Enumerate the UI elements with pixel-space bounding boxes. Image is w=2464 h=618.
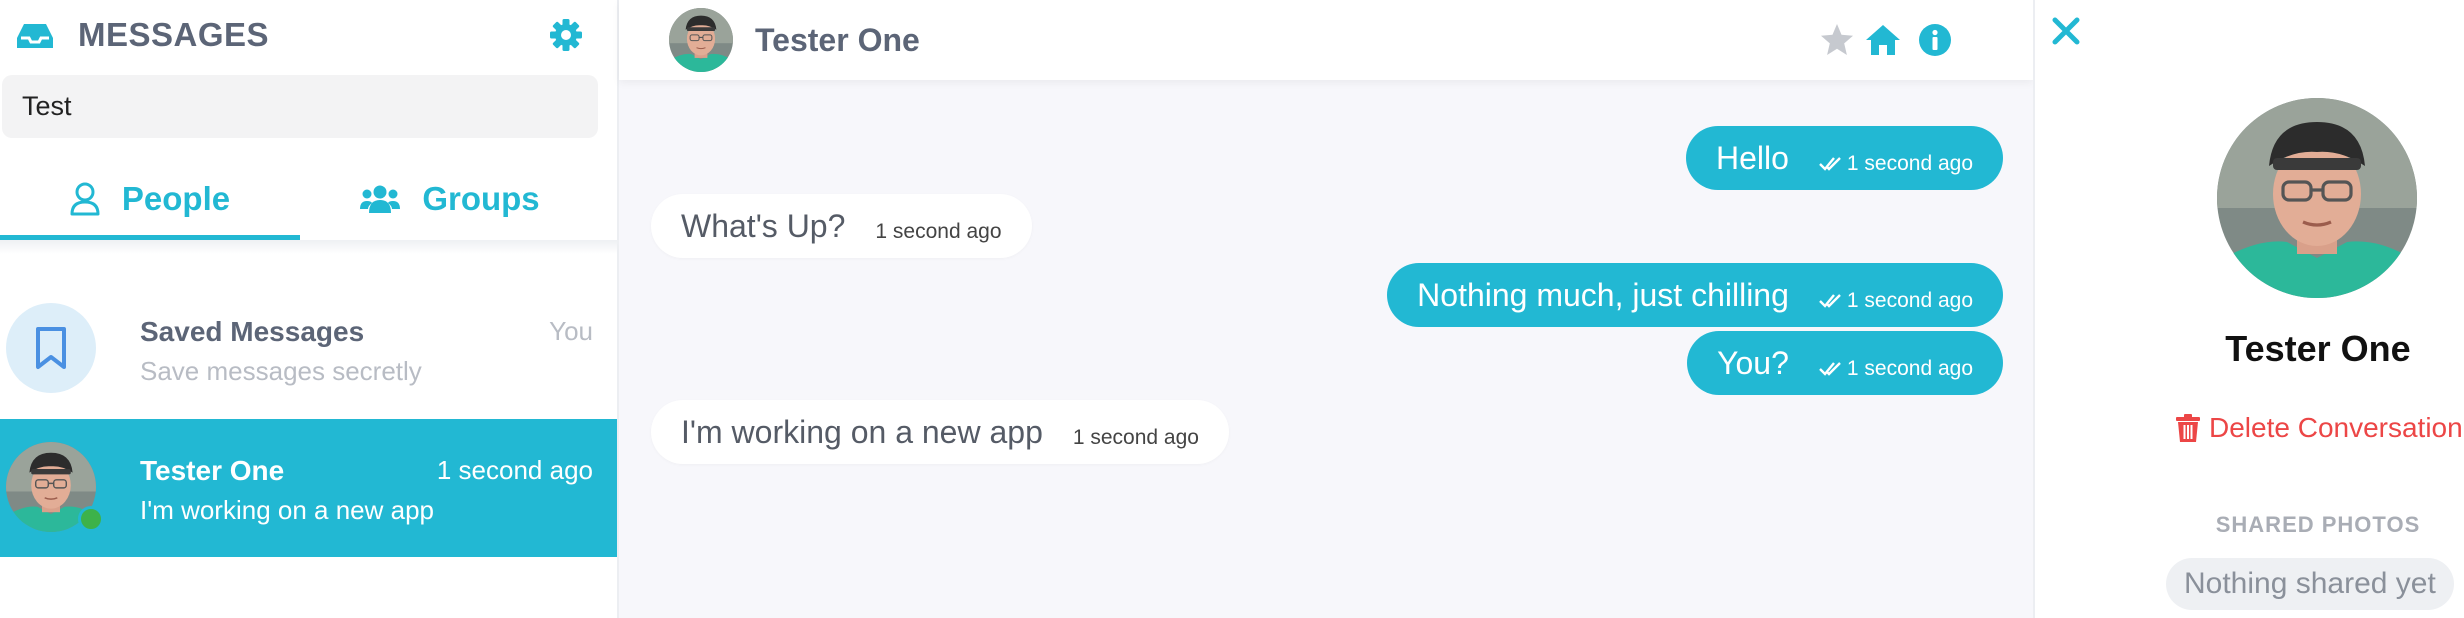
message-outgoing: Nothing much, just chilling 1 second ago	[1387, 263, 2003, 327]
message-time-text: 1 second ago	[1846, 152, 1973, 175]
delete-conversation-button[interactable]: Delete Conversation	[2175, 412, 2463, 444]
close-icon[interactable]	[2049, 14, 2083, 48]
message-outgoing: Hello 1 second ago	[1685, 126, 2003, 190]
message-text: What's Up?	[681, 207, 846, 244]
conversations-panel: MESSAGES Test People Groups Saved Messag…	[0, 0, 619, 618]
double-check-icon	[1819, 294, 1841, 308]
gear-icon[interactable]	[548, 17, 584, 53]
tab-groups[interactable]: Groups	[300, 158, 600, 240]
conversation-preview: I'm working on a new app	[140, 495, 435, 525]
user-icon	[70, 182, 100, 216]
tab-groups-label: Groups	[422, 180, 540, 217]
search-input[interactable]	[2, 75, 598, 138]
message-text: Hello	[1715, 139, 1789, 176]
bookmark-icon	[36, 327, 66, 369]
avatar[interactable]	[669, 8, 733, 72]
star-icon[interactable]	[1819, 22, 1855, 58]
tab-people[interactable]: People	[0, 158, 300, 240]
message-text: Nothing much, just chilling	[1417, 276, 1789, 313]
conversation-preview: Save messages secretly	[140, 356, 422, 386]
users-icon	[360, 185, 401, 213]
message-time-text: 1 second ago	[1846, 357, 1973, 380]
tabs-divider	[0, 240, 619, 254]
chat-contact-name[interactable]: Tester One	[755, 22, 920, 59]
message-time-text: 1 second ago	[1846, 289, 1973, 312]
message-time: 1 second ago	[1819, 152, 1973, 176]
profile-name: Tester One	[2225, 328, 2411, 369]
double-check-icon	[1819, 157, 1841, 171]
conversation-name: Tester One	[140, 455, 285, 486]
conversation-item-saved-messages[interactable]: Saved Messages Save messages secretly Yo…	[0, 280, 617, 418]
message-incoming: What's Up? 1 second ago	[651, 194, 1032, 258]
conversation-time: 1 second ago	[436, 455, 593, 485]
message-time: 1 second ago	[875, 220, 1002, 243]
shared-photos-empty-badge: Nothing shared yet	[2166, 558, 2454, 610]
conversation-name: Saved Messages	[140, 316, 365, 347]
shared-photos-heading: SHARED PHOTOS	[2215, 512, 2421, 537]
message-time: 1 second ago	[1819, 289, 1973, 313]
message-outgoing: You? 1 second ago	[1687, 331, 2003, 395]
inbox-icon	[17, 24, 53, 48]
chat-panel: Tester One Hello 1 second ago What's Up?…	[619, 0, 2033, 618]
double-check-icon	[1819, 362, 1841, 376]
sidebar-header: MESSAGES	[0, 0, 619, 72]
info-icon[interactable]	[1917, 22, 1953, 58]
tab-people-label: People	[121, 180, 231, 217]
contact-details-panel: Tester One Delete Conversation SHARED PH…	[2033, 0, 2464, 618]
message-time: 1 second ago	[1819, 357, 1973, 381]
trash-icon	[2176, 414, 2200, 442]
saved-messages-avatar	[6, 303, 96, 393]
message-time: 1 second ago	[1072, 426, 1199, 449]
conversation-time: You	[549, 316, 593, 346]
chat-header: Tester One	[619, 0, 2033, 80]
delete-conversation-label: Delete Conversation	[2209, 412, 2463, 443]
message-incoming: I'm working on a new app 1 second ago	[651, 400, 1229, 464]
home-icon[interactable]	[1865, 22, 1901, 58]
sidebar-title: MESSAGES	[78, 16, 270, 53]
online-status-dot	[78, 506, 104, 532]
message-text: I'm working on a new app	[681, 413, 1043, 450]
messenger-app: MESSAGES Test People Groups Saved Messag…	[0, 0, 2464, 618]
conversation-item-tester-one[interactable]: Tester One I'm working on a new app 1 se…	[0, 419, 617, 557]
message-text: You?	[1717, 344, 1789, 381]
contact-tabs: People Groups	[0, 158, 619, 240]
profile-photo	[2217, 98, 2417, 298]
